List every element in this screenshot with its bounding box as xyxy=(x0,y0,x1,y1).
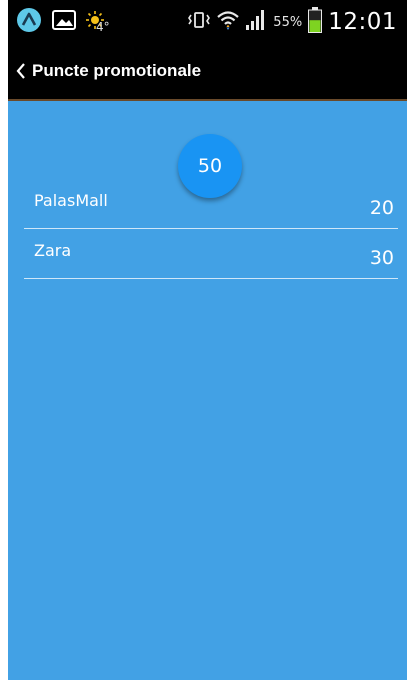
system-icons: 55% 12:01 xyxy=(187,7,397,37)
list-item[interactable]: PalasMall 20 xyxy=(24,179,398,229)
app-notification-icon xyxy=(16,7,42,37)
temperature-text: 4° xyxy=(96,20,110,34)
wifi-icon xyxy=(217,9,240,35)
battery-percent: 55% xyxy=(273,14,303,30)
app-bar: Puncte promotionale xyxy=(8,43,407,101)
chevron-left-icon[interactable] xyxy=(14,60,28,82)
store-name: Zara xyxy=(34,241,72,260)
list-item[interactable]: Zara 30 xyxy=(24,229,398,279)
store-points: 20 xyxy=(369,197,394,219)
gallery-icon xyxy=(52,9,76,35)
clock: 12:01 xyxy=(328,9,397,35)
points-content: 50 PalasMall 20 Zara 30 xyxy=(8,101,407,680)
store-points: 30 xyxy=(369,247,394,269)
page-title: Puncte promotionale xyxy=(32,61,202,80)
battery-icon xyxy=(308,7,323,37)
vibrate-icon xyxy=(187,10,211,34)
points-list: PalasMall 20 Zara 30 xyxy=(24,179,398,279)
store-name: PalasMall xyxy=(34,191,108,210)
signal-icon xyxy=(245,9,267,35)
total-points-value: 50 xyxy=(197,155,223,177)
status-bar: 4° 55% 12:01 xyxy=(8,0,407,43)
notification-icons xyxy=(16,8,104,36)
